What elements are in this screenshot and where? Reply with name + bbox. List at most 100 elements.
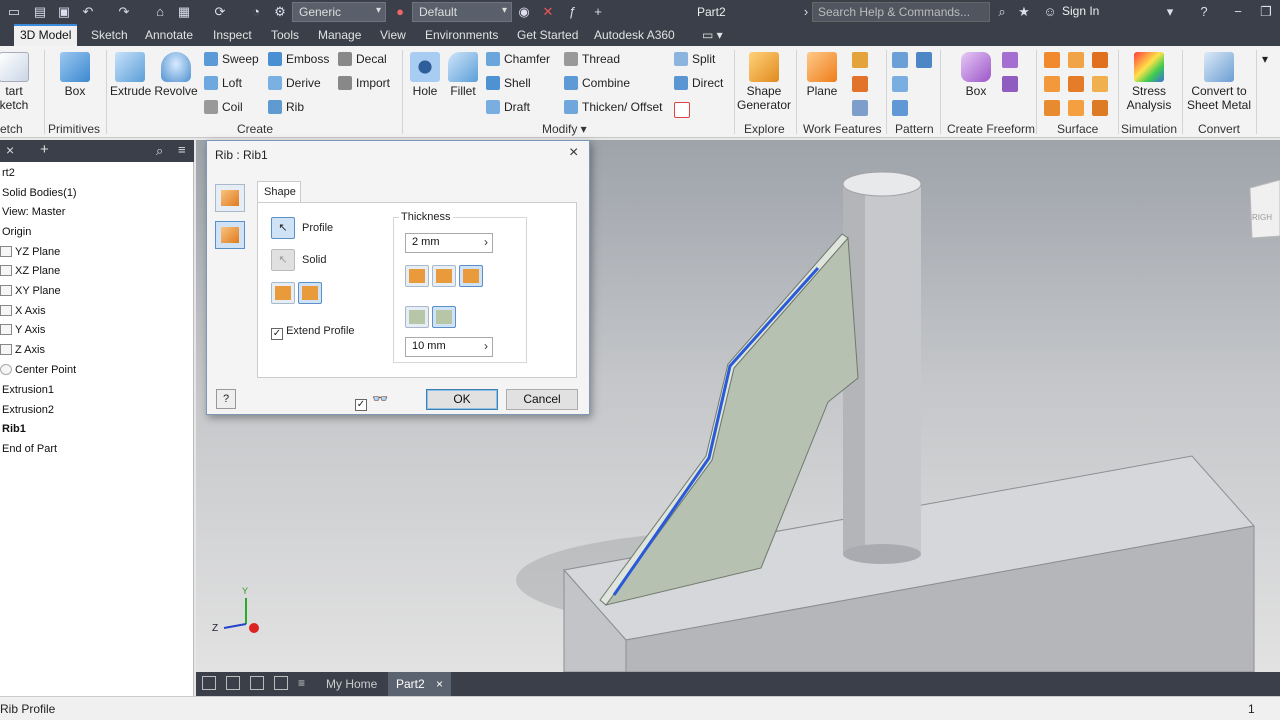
freeform-face-icon[interactable]: [1002, 76, 1018, 92]
select-icon[interactable]: ▦: [176, 4, 192, 20]
home-icon[interactable]: ⌂: [152, 4, 168, 20]
thickness-side-2-button[interactable]: [432, 265, 456, 287]
grid-windows-icon[interactable]: [226, 676, 240, 690]
tree-item-center-point[interactable]: Center Point: [0, 364, 76, 376]
tree-item-part[interactable]: rt2: [2, 167, 15, 179]
tree-item-xz-plane[interactable]: XZ Plane: [0, 265, 60, 277]
work-axis-icon[interactable]: [852, 52, 868, 68]
tree-item-end-of-part[interactable]: End of Part: [2, 443, 57, 455]
search-icon[interactable]: ⌕: [994, 4, 1010, 20]
import-button[interactable]: Import: [338, 76, 390, 90]
window-menu-icon[interactable]: ≡: [298, 676, 305, 690]
tab-get-started[interactable]: Get Started: [515, 24, 580, 46]
fx-parameters-icon[interactable]: ƒ: [564, 4, 580, 20]
close-panel-icon[interactable]: ×: [6, 142, 14, 158]
tab-my-home[interactable]: My Home: [318, 672, 385, 696]
tab-environments[interactable]: Environments: [423, 24, 500, 46]
tree-item-extrusion1[interactable]: Extrusion1: [2, 384, 54, 396]
hole-button[interactable]: Hole: [408, 52, 442, 98]
sculpt-icon[interactable]: [1092, 52, 1108, 68]
tab-inspect[interactable]: Inspect: [211, 24, 254, 46]
direction-2-button[interactable]: [298, 282, 322, 304]
derive-button[interactable]: Derive: [268, 76, 321, 90]
settings-icon[interactable]: ⚙: [272, 4, 288, 20]
tree-item-x-axis[interactable]: X Axis: [0, 305, 46, 317]
shell-button[interactable]: Shell: [486, 76, 531, 90]
sketch-driven-pattern-icon[interactable]: [892, 100, 908, 116]
mirror-icon[interactable]: [916, 52, 932, 68]
extend-profile-checkbox[interactable]: ✓ Extend Profile: [271, 325, 355, 340]
favorites-star-icon[interactable]: ★: [1016, 4, 1032, 20]
parallel-to-sketch-button[interactable]: [215, 221, 245, 249]
add-icon[interactable]: +: [590, 4, 606, 20]
tree-item-z-axis[interactable]: Z Axis: [0, 344, 45, 356]
close-tab-icon[interactable]: ×: [436, 677, 443, 691]
tree-item-origin[interactable]: Origin: [2, 226, 31, 238]
delete-face-icon[interactable]: [674, 102, 690, 118]
loft-button[interactable]: Loft: [204, 76, 242, 90]
tree-item-yz-plane[interactable]: YZ Plane: [0, 246, 60, 258]
extrude-button[interactable]: Extrude: [110, 52, 151, 98]
normal-to-sketch-button[interactable]: [215, 184, 245, 212]
tab-autodesk-a360[interactable]: Autodesk A360: [592, 24, 677, 46]
revolve-button[interactable]: Revolve: [154, 52, 198, 98]
tab-3d-model[interactable]: 3D Model: [14, 24, 78, 46]
extend-icon[interactable]: [1068, 76, 1084, 92]
undo-icon[interactable]: ↶: [80, 4, 96, 20]
plane-button[interactable]: Plane: [804, 52, 840, 98]
search-icon[interactable]: ⌕: [156, 143, 163, 159]
clear-appearance-icon[interactable]: ✕: [540, 4, 556, 20]
tab-shape[interactable]: Shape: [257, 181, 301, 203]
start-sketch-button[interactable]: tart ketch: [0, 52, 34, 112]
restore-icon[interactable]: ❐: [1258, 4, 1274, 20]
stress-analysis-button[interactable]: Stress Analysis: [1122, 52, 1176, 112]
tree-item-solid-bodies[interactable]: Solid Bodies(1): [2, 187, 77, 199]
minimize-icon[interactable]: −: [1230, 4, 1246, 20]
decal-button[interactable]: Decal: [338, 52, 387, 66]
profile-select-button[interactable]: ↖: [271, 217, 295, 239]
redo-icon[interactable]: ↷: [116, 4, 132, 20]
save-icon[interactable]: ▣: [56, 4, 72, 20]
help-search-input[interactable]: Search Help & Commands...: [812, 2, 990, 22]
chamfer-button[interactable]: Chamfer: [486, 52, 550, 66]
thickness-input[interactable]: 2 mm ›: [405, 233, 493, 253]
horizontal-windows-icon[interactable]: [250, 676, 264, 690]
cart-icon[interactable]: ▾: [1162, 4, 1178, 20]
thread-button[interactable]: Thread: [564, 52, 620, 66]
update-icon[interactable]: ⟳: [212, 4, 228, 20]
tab-sketch[interactable]: Sketch: [89, 24, 130, 46]
chevron-right-icon[interactable]: ›: [484, 339, 488, 353]
appearance-dropdown[interactable]: Default ▾: [412, 2, 512, 22]
color-wheel-icon[interactable]: ●: [392, 4, 408, 20]
vertical-windows-icon[interactable]: [274, 676, 288, 690]
tree-item-y-axis[interactable]: Y Axis: [0, 324, 45, 336]
tab-part2[interactable]: Part2 ×: [388, 672, 452, 696]
ok-button[interactable]: OK: [426, 389, 498, 410]
help-icon[interactable]: ?: [1196, 4, 1212, 20]
rib-button[interactable]: Rib: [268, 100, 304, 114]
trim-icon[interactable]: [1044, 76, 1060, 92]
thickness-symmetric-button[interactable]: [459, 265, 483, 287]
coil-button[interactable]: Coil: [204, 100, 243, 114]
freeform-box-button[interactable]: Box: [956, 52, 996, 98]
tab-view[interactable]: View: [378, 24, 408, 46]
tab-tools[interactable]: Tools: [269, 24, 301, 46]
open-folder-icon[interactable]: ▤: [32, 4, 48, 20]
thicken-offset-button[interactable]: Thicken/ Offset: [564, 100, 662, 114]
ribbon-collapse-icon[interactable]: ▾: [1262, 52, 1268, 66]
convert-sheet-metal-button[interactable]: Convert to Sheet Metal: [1186, 52, 1252, 112]
extent-finite-button[interactable]: [432, 306, 456, 328]
split-button[interactable]: Split: [674, 52, 715, 66]
tile-windows-icon[interactable]: [202, 676, 216, 690]
cancel-button[interactable]: Cancel: [506, 389, 578, 410]
extent-input[interactable]: 10 mm ›: [405, 337, 493, 357]
emboss-button[interactable]: Emboss: [268, 52, 329, 66]
tree-item-view-master[interactable]: View: Master: [2, 206, 65, 218]
measure-icon[interactable]: ◔: [248, 4, 264, 20]
sign-in-link[interactable]: Sign In: [1062, 4, 1099, 18]
tree-item-extrusion2[interactable]: Extrusion2: [2, 404, 54, 416]
draft-button[interactable]: Draft: [486, 100, 530, 114]
repair-bodies-icon[interactable]: [1068, 100, 1084, 116]
chevron-right-icon[interactable]: ›: [484, 235, 488, 249]
material-dropdown[interactable]: Generic ▾: [292, 2, 386, 22]
